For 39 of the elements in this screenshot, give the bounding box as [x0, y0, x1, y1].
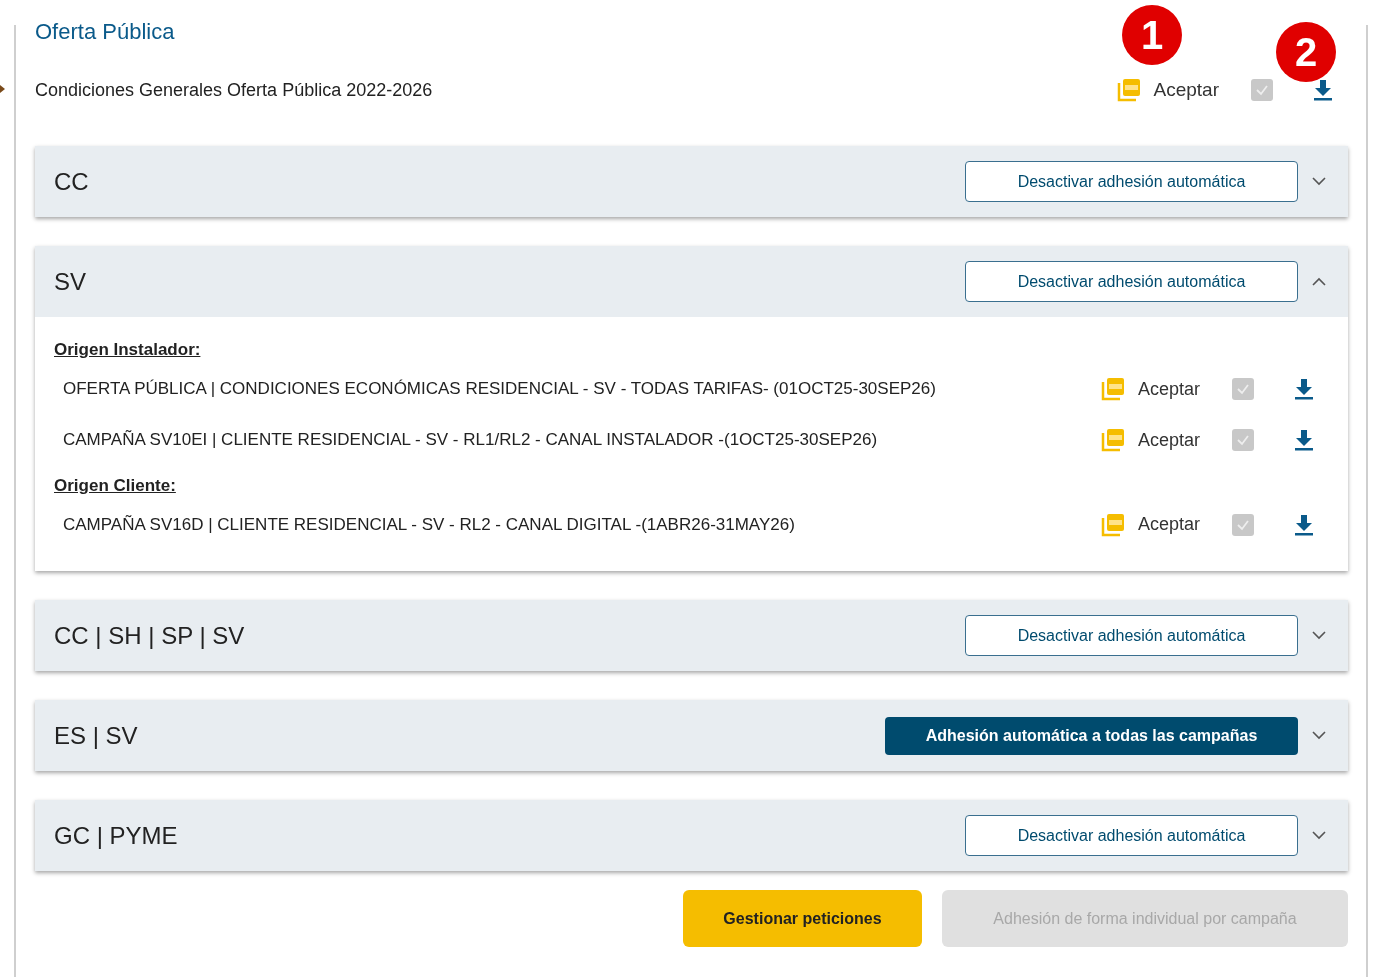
accordion-title: GC | PYME — [54, 820, 178, 851]
chevron-icon[interactable] — [1312, 631, 1326, 640]
accordion-title: SV — [54, 266, 86, 297]
accept-label: Aceptar — [1153, 77, 1219, 102]
section-title: Oferta Pública — [35, 18, 175, 46]
download-icon[interactable] — [1294, 378, 1314, 400]
annotation-badge: 1 — [1122, 5, 1182, 65]
deactivate-button[interactable]: Desactivar adhesión automática — [965, 815, 1298, 856]
download-icon[interactable] — [1313, 79, 1333, 101]
download-icon[interactable] — [1294, 513, 1314, 536]
chevron-icon[interactable] — [1312, 277, 1326, 286]
accordion-title: CC | SH | SP | SV — [54, 620, 245, 651]
accordion-header[interactable]: ES | SV Adhesión automática a todas las campañas — [35, 700, 1348, 771]
group-heading: Origen Instalador: — [54, 339, 202, 361]
accordion-header[interactable]: GC | PYME Desactivar adhesión automática — [35, 800, 1348, 871]
deactivate-button[interactable]: Desactivar adhesión automática — [965, 261, 1298, 302]
manage-requests-button[interactable]: Gestionar peticiones — [683, 890, 922, 947]
deactivate-button[interactable]: Desactivar adhesión automática — [965, 615, 1298, 656]
accordion-title: ES | SV — [54, 720, 138, 751]
annotation-badge: 2 — [1276, 22, 1336, 82]
accordion-header[interactable]: CC | SH | SP | SV Desactivar adhesión automática — [35, 600, 1348, 671]
accordion-header[interactable]: CC Desactivar adhesión automática — [35, 146, 1348, 217]
document-title: CAMPAÑA SV16D | CLIENTE RESIDENCIAL - SV - RL2 - CANAL DIGITAL -(1ABR26-31MAY26) — [63, 513, 795, 536]
accept-label: Aceptar — [1137, 377, 1200, 401]
accordion-header[interactable]: SV Desactivar adhesión automática — [35, 246, 1348, 317]
chevron-icon[interactable] — [1312, 731, 1326, 740]
document-title: CAMPAÑA SV10EI | CLIENTE RESIDENCIAL - SV - RL1/RL2 - CANAL INSTALADOR -(1OCT25-30SEP26) — [63, 429, 878, 452]
document-title: OFERTA PÚBLICA | CONDICIONES ECONÓMICAS RESIDENCIAL - SV - TODAS TARIFAS- (01OCT25-30SEP26) — [63, 378, 936, 401]
document-title: Condiciones Generales Oferta Pública 2022-2026 — [35, 78, 433, 102]
accept-label: Aceptar — [1137, 428, 1200, 452]
deactivate-button[interactable]: Desactivar adhesión automática — [965, 161, 1298, 202]
chevron-icon[interactable] — [1312, 177, 1326, 186]
auto-join-button[interactable]: Adhesión automática a todas las campañas — [885, 716, 1298, 755]
group-heading: Origen Cliente: — [54, 474, 177, 497]
download-icon[interactable] — [1294, 429, 1314, 451]
chevron-icon[interactable] — [1312, 831, 1326, 840]
accept-label: Aceptar — [1137, 513, 1200, 536]
arrow-marker-icon — [0, 85, 5, 93]
accordion-title: CC — [54, 166, 89, 197]
